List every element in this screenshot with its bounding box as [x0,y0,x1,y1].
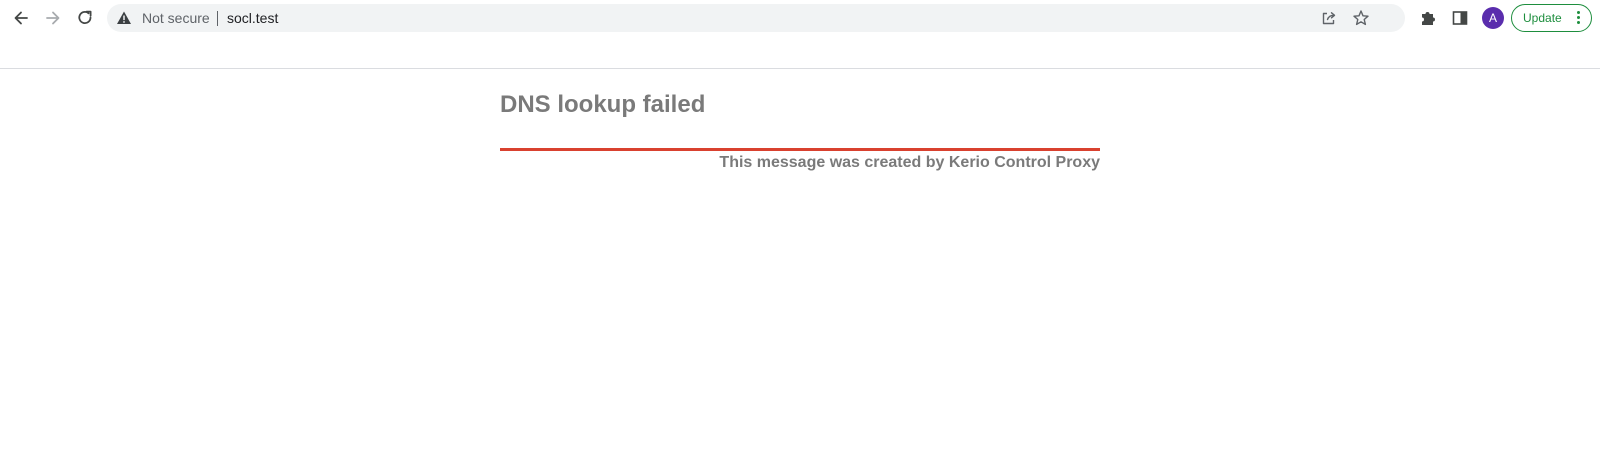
address-bar[interactable]: Not secure socl.test [107,4,1405,32]
side-panel-button[interactable] [1449,7,1471,29]
update-button-label: Update [1523,11,1562,25]
url-text[interactable]: socl.test [227,10,278,26]
share-icon[interactable] [1320,9,1338,27]
arrow-right-icon [46,11,60,25]
error-rule [500,148,1100,151]
reload-icon [78,10,92,24]
url-separator [217,11,218,26]
kebab-menu-icon[interactable] [1577,11,1581,25]
arrow-left-icon [14,11,28,25]
browser-toolbar: Not secure socl.test A Update [0,0,1600,36]
update-button[interactable]: Update [1511,4,1592,32]
star-icon[interactable] [1352,9,1370,27]
security-status-label[interactable]: Not secure [142,10,210,26]
error-title: DNS lookup failed [500,91,706,118]
proxy-footer-message: This message was created by Kerio Contro… [719,154,1100,171]
side-panel-icon [1452,11,1468,25]
extensions-button[interactable] [1417,7,1439,29]
reload-button[interactable] [71,4,99,32]
warning-triangle-icon[interactable] [116,10,132,26]
profile-avatar[interactable]: A [1482,7,1504,29]
forward-button[interactable] [39,4,67,32]
puzzle-icon [1422,12,1435,25]
toolbar-divider [0,68,1600,69]
back-button[interactable] [7,4,35,32]
